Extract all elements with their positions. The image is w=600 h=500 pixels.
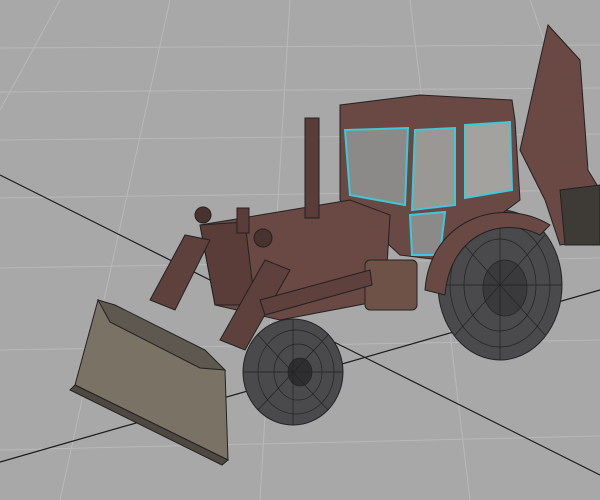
3d-viewport[interactable]	[0, 0, 600, 500]
backhoe-arm	[519, 23, 600, 246]
front-bucket	[69, 299, 229, 466]
front-wheel	[242, 318, 344, 426]
